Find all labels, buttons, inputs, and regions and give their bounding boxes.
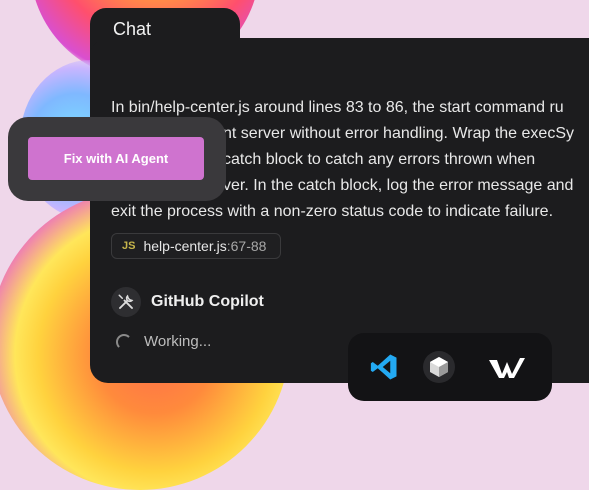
- assistant-name: GitHub Copilot: [151, 293, 264, 310]
- loading-spinner-icon: [116, 333, 132, 350]
- file-name: help-center.js: [143, 238, 227, 254]
- cube-app-icon[interactable]: [422, 350, 456, 384]
- fix-with-ai-agent-button[interactable]: Fix with AI Agent: [28, 137, 204, 180]
- message-line: exit the process with a non-zero status …: [111, 203, 554, 220]
- file-line-range: :67-88: [226, 238, 267, 254]
- message-line: nt server without error handling. Wrap t…: [223, 125, 574, 142]
- message-line: ver. In the catch block, log the error m…: [223, 177, 574, 194]
- file-reference-chip[interactable]: JS help-center.js :67-88: [111, 233, 281, 259]
- assistant-header: GitHub Copilot: [111, 287, 264, 317]
- app-dock: [348, 333, 552, 401]
- chat-title: Chat: [113, 19, 152, 39]
- working-status: Working...: [116, 333, 211, 350]
- windsurf-icon[interactable]: [486, 353, 528, 381]
- status-text: Working...: [144, 333, 212, 350]
- copilot-tools-icon: [111, 287, 141, 317]
- vscode-icon[interactable]: [368, 351, 400, 383]
- message-line: catch block to catch any errors thrown w…: [223, 151, 536, 168]
- javascript-file-icon: JS: [122, 240, 136, 252]
